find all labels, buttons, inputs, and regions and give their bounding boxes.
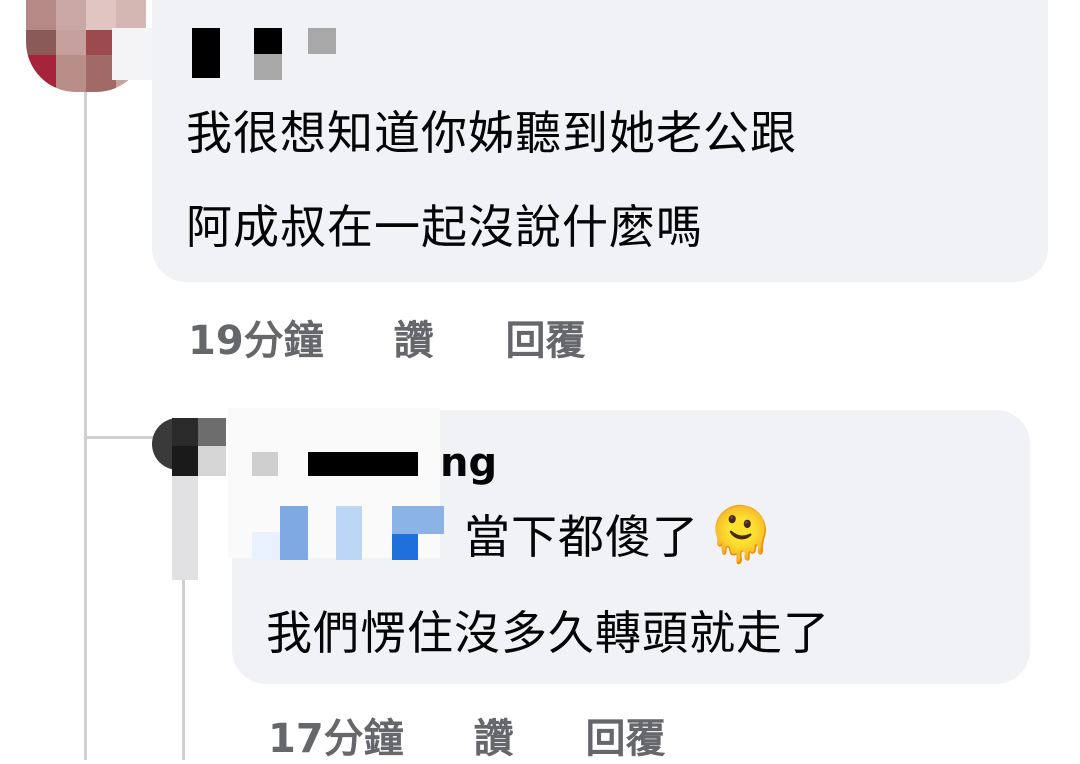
- reply-button-1[interactable]: 回覆: [506, 308, 586, 366]
- redacted-author-name-2[interactable]: [252, 450, 442, 480]
- comment-timestamp-2: 17分鐘: [268, 716, 404, 762]
- redacted-author-name-1[interactable]: [192, 28, 342, 82]
- comment-text-1-line-1: 我很想知道你姊聽到她老公跟: [186, 106, 797, 160]
- comment-text-2-line-2: 我們愣住沒多久轉頭就走了: [266, 606, 830, 660]
- comment-text-2-line-1: 當下都傻了 🫠: [464, 506, 775, 566]
- melting-face-icon: 🫠: [707, 503, 776, 566]
- comment-timestamp-1: 19分鐘: [188, 318, 324, 364]
- reply-button-2[interactable]: 回覆: [586, 706, 666, 764]
- comment-text-2-line-1-text: 當下都傻了: [464, 510, 699, 564]
- like-button-1[interactable]: 讚: [394, 308, 434, 366]
- comment-meta-1: 19分鐘 讚 回覆: [188, 308, 634, 366]
- reply-avatar[interactable]: [152, 418, 232, 580]
- like-button-2[interactable]: 讚: [474, 706, 514, 764]
- thread-line-branch: [84, 436, 154, 439]
- mention-tag[interactable]: [252, 502, 444, 562]
- author-name-suffix-2[interactable]: ng: [440, 440, 497, 486]
- thread-line-reply: [182, 560, 185, 760]
- comment-text-1-line-2: 阿成叔在一起沒說什麼嗎: [186, 200, 703, 254]
- thread-line-main: [84, 90, 87, 760]
- comment-meta-2: 17分鐘 讚 回覆: [268, 706, 714, 764]
